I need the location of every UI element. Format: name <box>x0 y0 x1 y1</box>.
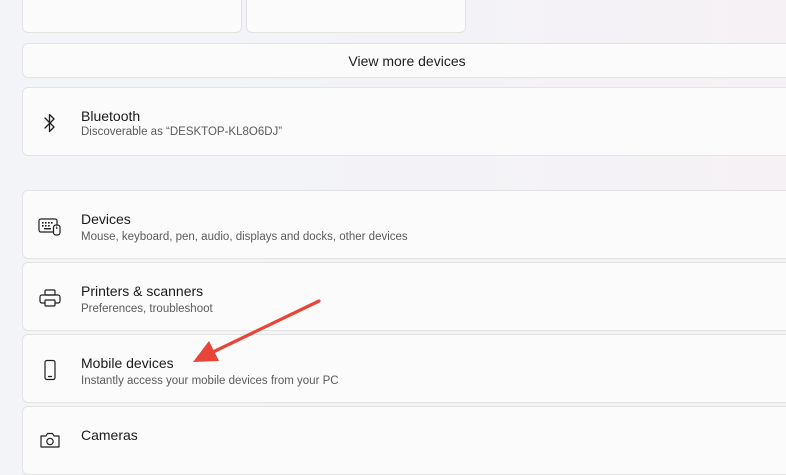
device-tile[interactable] <box>246 0 466 33</box>
settings-item-printers-scanners[interactable]: Printers & scanners Preferences, trouble… <box>22 262 786 331</box>
bluetooth-icon <box>38 112 62 134</box>
printers-scanners-title: Printers & scanners <box>81 283 204 299</box>
cameras-title: Cameras <box>81 427 138 443</box>
device-tile[interactable] <box>22 0 242 33</box>
bluetooth-row[interactable]: Bluetooth Discoverable as “DESKTOP-KL8O6… <box>22 87 786 156</box>
keyboard-icon <box>38 215 62 237</box>
mobile-devices-subtitle: Instantly access your mobile devices fro… <box>81 375 339 387</box>
view-more-devices-label: View more devices <box>348 52 466 69</box>
mobile-devices-title: Mobile devices <box>81 355 174 371</box>
devices-subtitle: Mouse, keyboard, pen, audio, displays an… <box>81 231 408 243</box>
devices-title: Devices <box>81 211 131 227</box>
printer-icon <box>38 287 62 309</box>
phone-icon <box>38 359 62 381</box>
bluetooth-title: Bluetooth <box>81 108 141 124</box>
settings-item-mobile-devices[interactable]: Mobile devices Instantly access your mob… <box>22 334 786 403</box>
settings-item-devices[interactable]: Devices Mouse, keyboard, pen, audio, dis… <box>22 190 786 259</box>
printers-scanners-subtitle: Preferences, troubleshoot <box>81 303 213 315</box>
settings-item-cameras[interactable]: Cameras <box>22 406 786 475</box>
camera-icon <box>38 429 62 451</box>
bluetooth-status: Discoverable as “DESKTOP-KL8O6DJ” <box>81 126 283 138</box>
view-more-devices-button[interactable]: View more devices <box>22 43 786 78</box>
